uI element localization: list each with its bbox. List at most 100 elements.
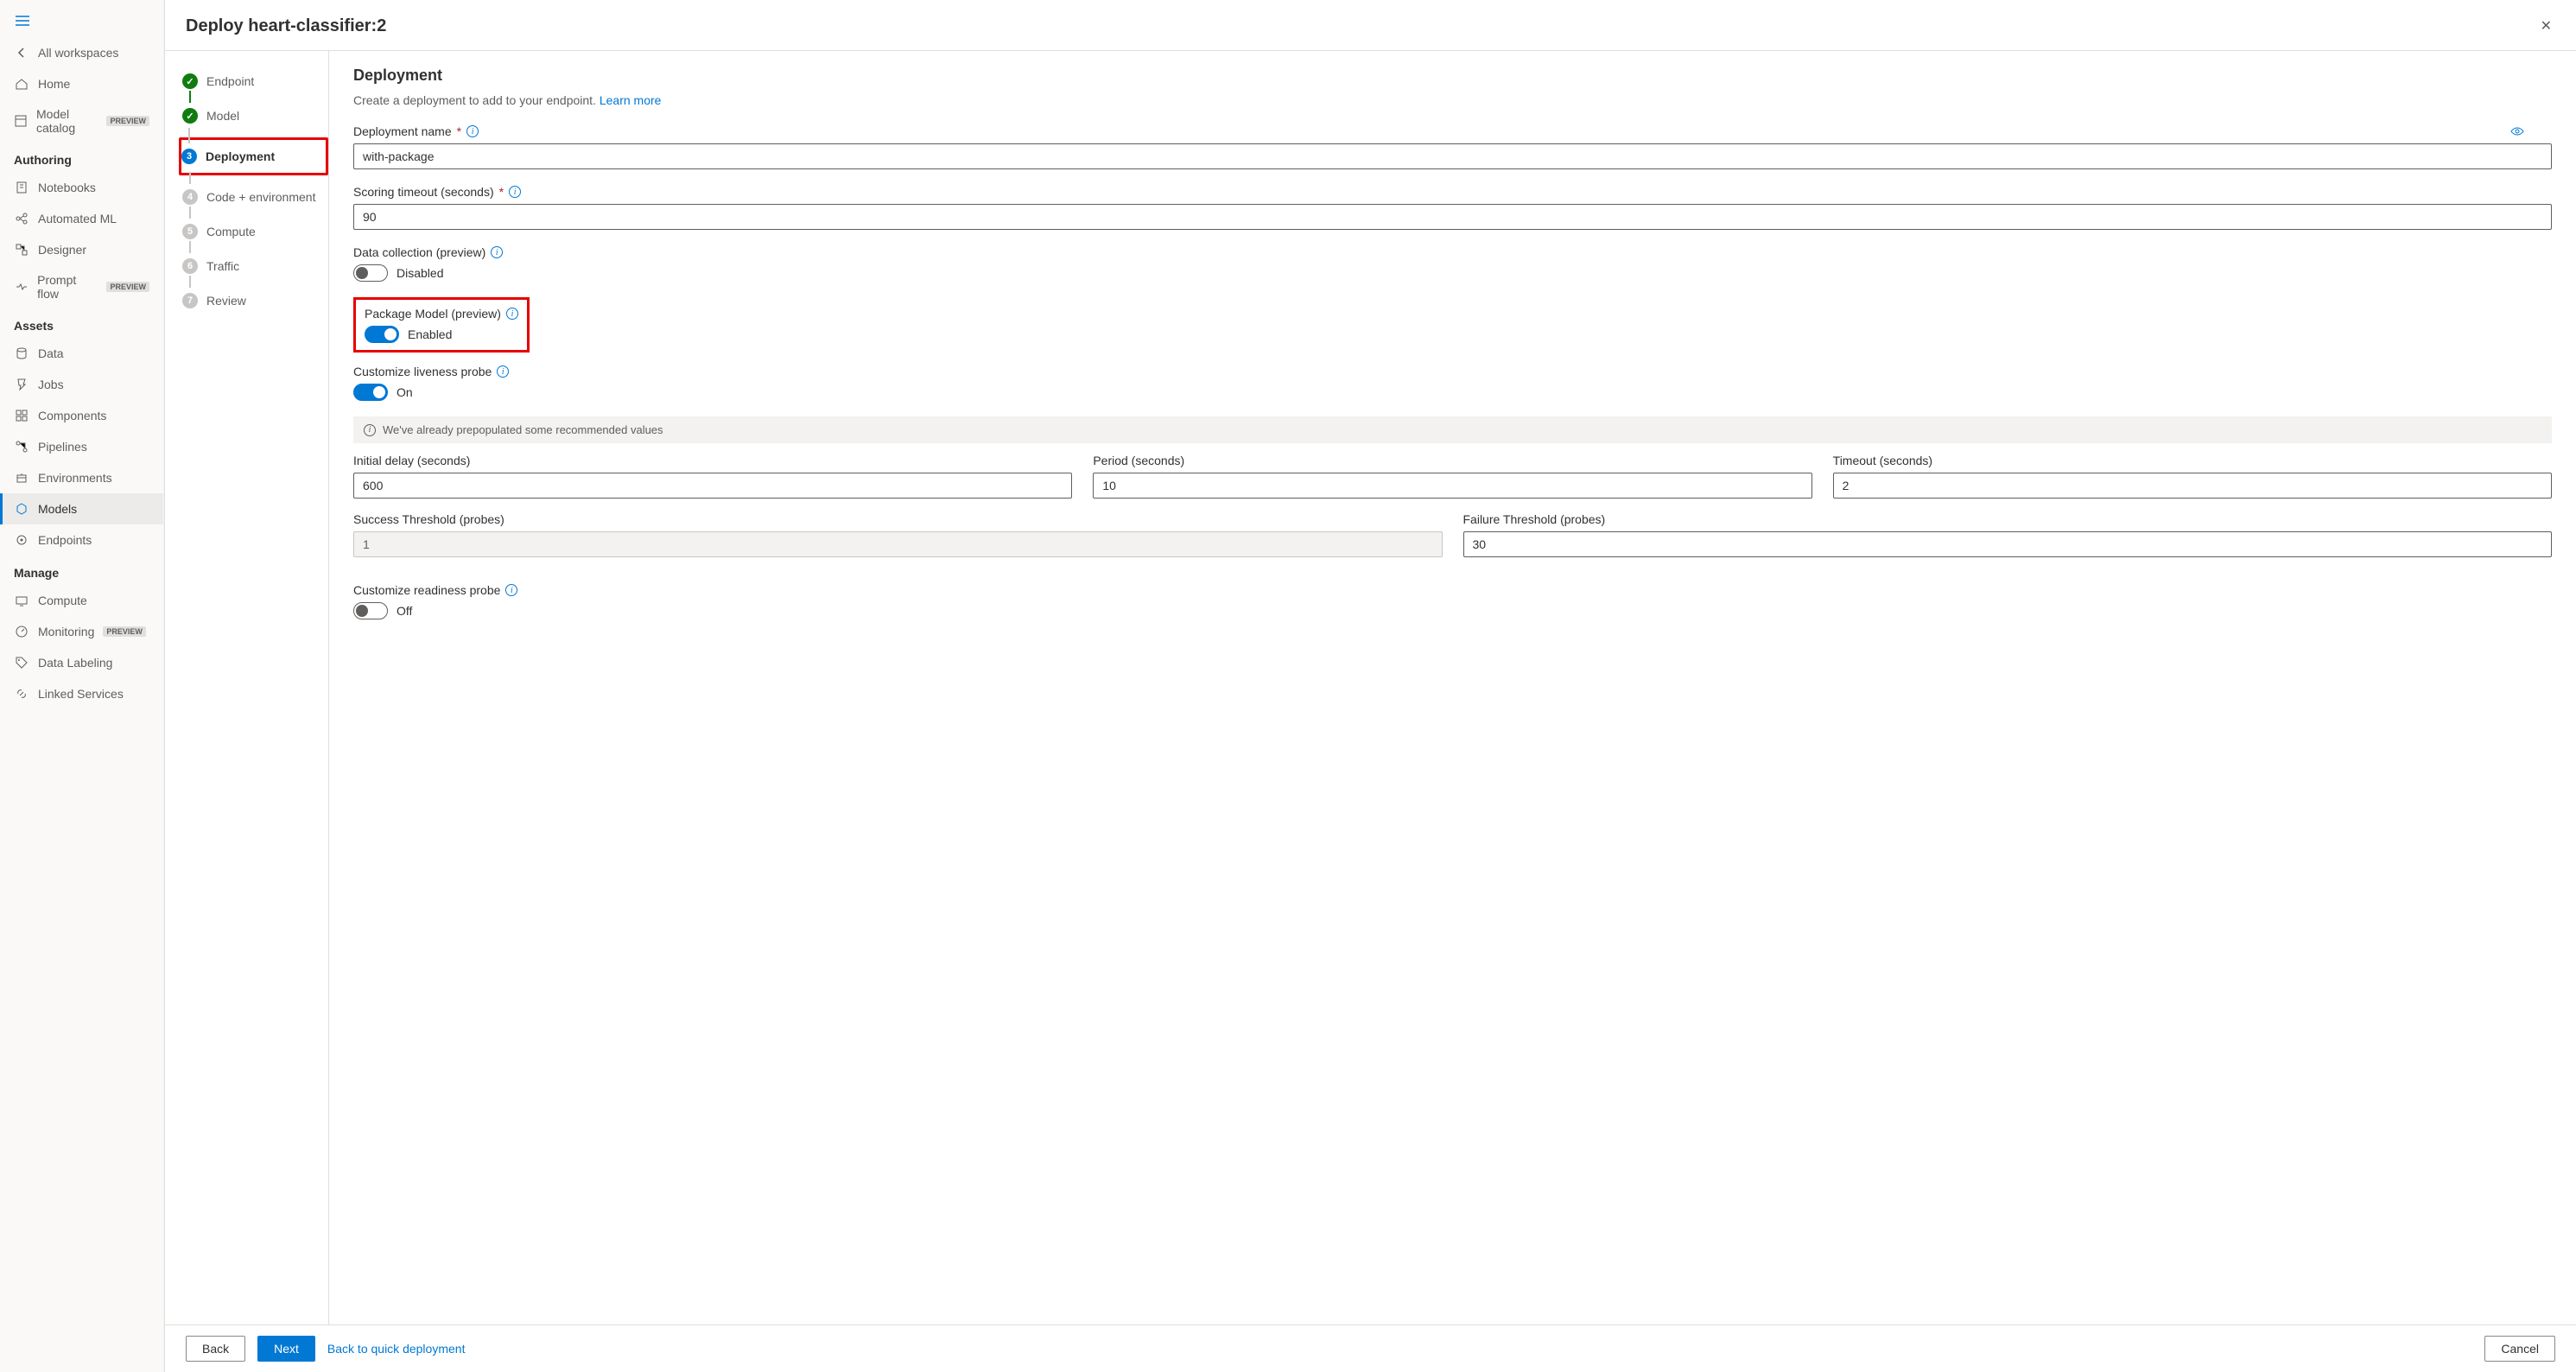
wizard-step-model[interactable]: ✓ Model (182, 103, 328, 129)
timeout-input[interactable] (1833, 473, 2552, 499)
step-label: Compute (206, 225, 256, 238)
highlight-current-step: 3 Deployment (179, 137, 328, 175)
hamburger-menu[interactable] (0, 7, 163, 37)
nav-label: Prompt flow (37, 273, 98, 301)
step-label: Endpoint (206, 74, 254, 88)
link-icon (14, 686, 29, 702)
nav-all-workspaces[interactable]: All workspaces (0, 37, 163, 68)
step-number-icon: 7 (182, 293, 198, 308)
wizard-step-compute[interactable]: 5 Compute (182, 219, 328, 245)
nav-label: Compute (38, 594, 87, 607)
preview-badge: PREVIEW (103, 626, 146, 637)
nav-models[interactable]: Models (0, 493, 163, 524)
toggle-state: Enabled (408, 327, 452, 341)
automl-icon (14, 211, 29, 226)
nav-home[interactable]: Home (0, 68, 163, 99)
toggle-state: Off (397, 604, 412, 618)
nav-label: Data Labeling (38, 656, 112, 670)
wizard-step-endpoint[interactable]: ✓ Endpoint (182, 68, 328, 94)
nav-linked-services[interactable]: Linked Services (0, 678, 163, 709)
cancel-button[interactable]: Cancel (2484, 1336, 2555, 1362)
nav-prompt-flow[interactable]: Prompt flow PREVIEW (0, 265, 163, 308)
wizard-step-traffic[interactable]: 6 Traffic (182, 253, 328, 279)
nav-environments[interactable]: Environments (0, 462, 163, 493)
nav-compute[interactable]: Compute (0, 585, 163, 616)
panel-footer: Back Next Back to quick deployment Cance… (165, 1324, 2576, 1372)
step-number-icon: 4 (182, 189, 198, 205)
period-label: Period (seconds) (1093, 454, 1811, 467)
pipelines-icon (14, 439, 29, 454)
liveness-toggle[interactable] (353, 384, 388, 401)
nav-label: Notebooks (38, 181, 96, 194)
info-icon[interactable]: i (506, 308, 518, 320)
nav-data[interactable]: Data (0, 338, 163, 369)
wizard-nav: ✓ Endpoint ✓ Model 3 Deployment (165, 51, 329, 1324)
prompt-flow-icon (14, 279, 29, 295)
designer-icon (14, 242, 29, 257)
package-model-toggle[interactable] (365, 326, 399, 343)
back-button[interactable]: Back (186, 1336, 245, 1362)
failure-threshold-label: Failure Threshold (probes) (1463, 512, 2553, 526)
back-arrow-icon (14, 45, 29, 60)
info-icon[interactable]: i (466, 125, 479, 137)
scoring-timeout-input[interactable] (353, 204, 2552, 230)
nav-label: Automated ML (38, 212, 117, 225)
learn-more-link[interactable]: Learn more (600, 93, 662, 107)
toggle-state: Disabled (397, 266, 443, 280)
wizard-step-deployment[interactable]: 3 Deployment (181, 143, 319, 169)
data-icon (14, 346, 29, 361)
info-icon[interactable]: i (491, 246, 503, 258)
failure-threshold-input[interactable] (1463, 531, 2553, 557)
section-manage: Manage (0, 556, 163, 585)
nav-notebooks[interactable]: Notebooks (0, 172, 163, 203)
jobs-icon (14, 377, 29, 392)
nav-label: Models (38, 502, 77, 516)
models-icon (14, 501, 29, 517)
highlight-package-model: Package Model (preview) i Enabled (353, 297, 530, 353)
success-threshold-label: Success Threshold (probes) (353, 512, 1443, 526)
nav-components[interactable]: Components (0, 400, 163, 431)
info-icon[interactable]: i (497, 365, 509, 378)
form-description: Create a deployment to add to your endpo… (353, 93, 2552, 107)
labeling-icon (14, 655, 29, 670)
menu-icon (14, 12, 31, 29)
next-button[interactable]: Next (257, 1336, 315, 1362)
close-button[interactable]: ✕ (2537, 14, 2555, 38)
deploy-panel: Deploy heart-classifier:2 ✕ ✓ Endpoint ✓… (164, 0, 2576, 1372)
nav-label: Monitoring (38, 625, 94, 638)
package-model-label: Package Model (preview) i (365, 307, 518, 321)
wizard-step-review[interactable]: 7 Review (182, 288, 328, 314)
reveal-icon[interactable] (2510, 124, 2524, 141)
monitoring-icon (14, 624, 29, 639)
nav-label: Linked Services (38, 687, 124, 701)
deployment-name-input[interactable] (353, 143, 2552, 169)
nav-pipelines[interactable]: Pipelines (0, 431, 163, 462)
data-collection-label: Data collection (preview) i (353, 245, 2552, 259)
components-icon (14, 408, 29, 423)
home-icon (14, 76, 29, 92)
nav-monitoring[interactable]: Monitoring PREVIEW (0, 616, 163, 647)
form-area: Deployment Create a deployment to add to… (329, 51, 2576, 1324)
readiness-toggle[interactable] (353, 602, 388, 619)
nav-label: Model catalog (36, 107, 98, 135)
nav-data-labeling[interactable]: Data Labeling (0, 647, 163, 678)
period-input[interactable] (1093, 473, 1811, 499)
initial-delay-input[interactable] (353, 473, 1072, 499)
step-label: Model (206, 109, 239, 123)
info-icon[interactable]: i (509, 186, 521, 198)
back-to-quick-link[interactable]: Back to quick deployment (327, 1342, 466, 1356)
wizard-step-code-env[interactable]: 4 Code + environment (182, 184, 328, 210)
nav-endpoints[interactable]: Endpoints (0, 524, 163, 556)
info-icon[interactable]: i (505, 584, 517, 596)
nav-label: Components (38, 409, 106, 422)
nav-designer[interactable]: Designer (0, 234, 163, 265)
nav-model-catalog[interactable]: Model catalog PREVIEW (0, 99, 163, 143)
initial-delay-label: Initial delay (seconds) (353, 454, 1072, 467)
data-collection-toggle[interactable] (353, 264, 388, 282)
nav-jobs[interactable]: Jobs (0, 369, 163, 400)
nav-automated-ml[interactable]: Automated ML (0, 203, 163, 234)
section-authoring: Authoring (0, 143, 163, 172)
check-icon: ✓ (182, 108, 198, 124)
notebook-icon (14, 180, 29, 195)
nav-label: Jobs (38, 378, 64, 391)
